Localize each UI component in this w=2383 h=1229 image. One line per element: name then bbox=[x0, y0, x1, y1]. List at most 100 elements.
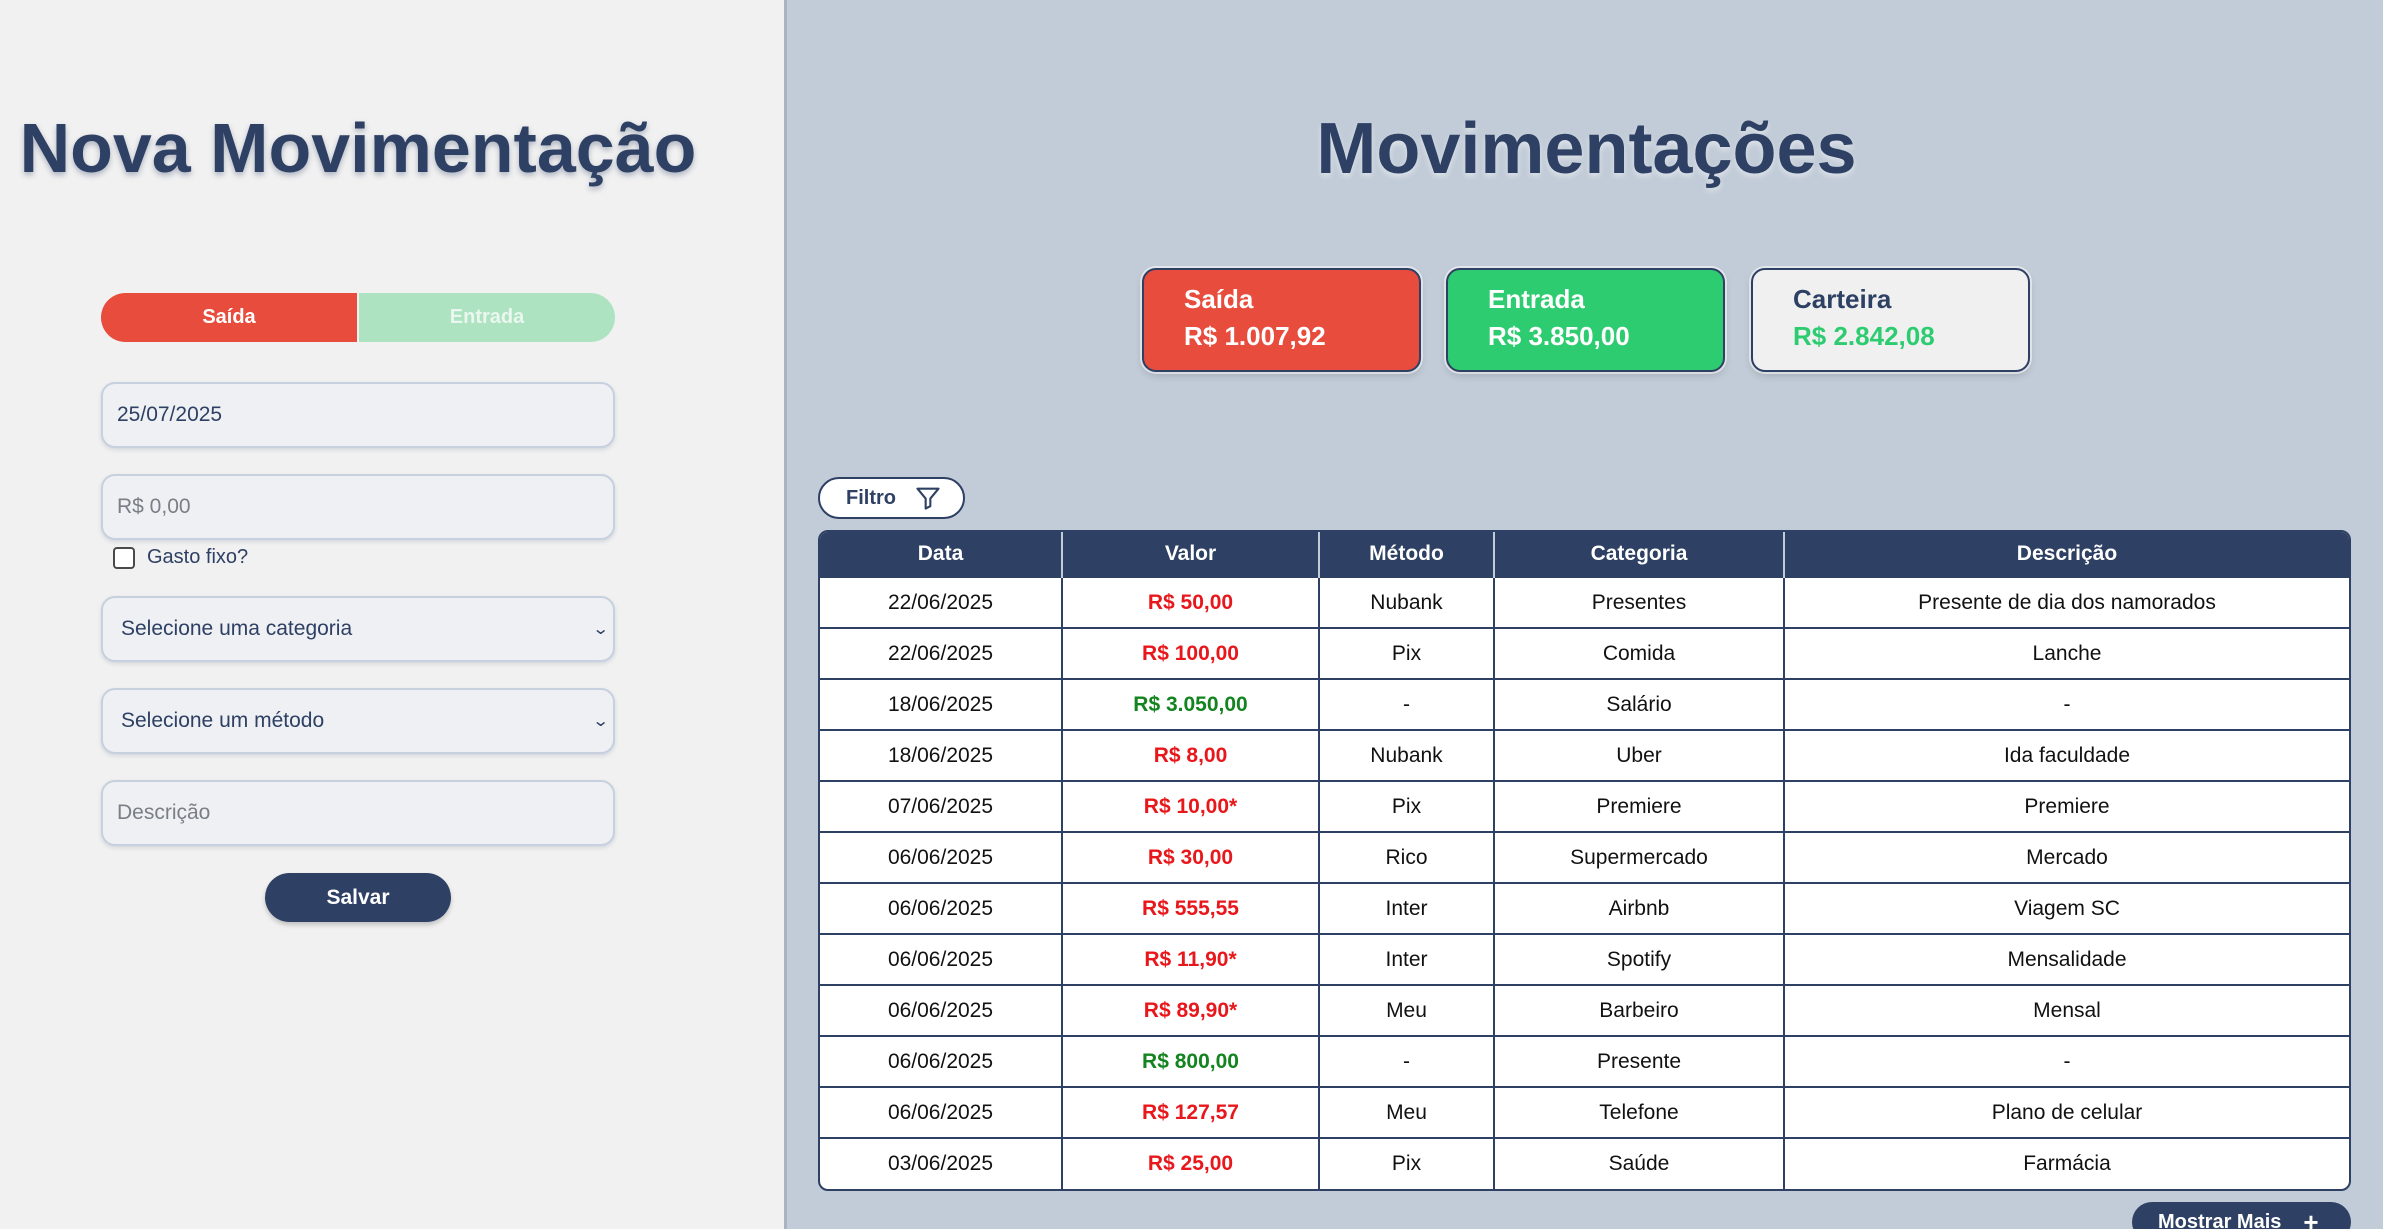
cell-valor: R$ 3.050,00 bbox=[1062, 678, 1320, 730]
saida-card-label: Saída bbox=[1184, 284, 1254, 314]
new-transaction-panel: Nova Movimentação Saída Entrada 25/07/20… bbox=[0, 0, 787, 1229]
table-row[interactable]: 06/06/2025 R$ 127,57 Meu Telefone Plano de c… bbox=[820, 1086, 2349, 1138]
cell-categoria: Supermercado bbox=[1494, 831, 1785, 883]
type-toggle: Saída Entrada bbox=[101, 293, 615, 342]
cell-descricao: Farmácia bbox=[1784, 1137, 2349, 1189]
cell-metodo: Meu bbox=[1319, 984, 1495, 1036]
plus-icon: + bbox=[2303, 1207, 2319, 1229]
category-select[interactable]: Selecione uma categoria ⌄ bbox=[101, 596, 615, 662]
carteira-summary-card: Carteira R$ 2.842,08 bbox=[1751, 268, 2030, 372]
cell-metodo: Pix bbox=[1319, 780, 1495, 832]
table-row[interactable]: 06/06/2025 R$ 11,90* Inter Spotify Mensalida… bbox=[820, 933, 2349, 985]
table-row[interactable]: 22/06/2025 R$ 50,00 Nubank Presentes Present… bbox=[820, 576, 2349, 628]
method-select[interactable]: Selecione um método ⌄ bbox=[101, 688, 615, 754]
show-more-button[interactable]: Mostrar Mais + bbox=[2132, 1202, 2351, 1229]
table-row[interactable]: 06/06/2025 R$ 89,90* Meu Barbeiro Mensal bbox=[820, 984, 2349, 1036]
cell-metodo: - bbox=[1319, 678, 1495, 730]
cell-metodo: Nubank bbox=[1319, 576, 1495, 628]
header-valor: Valor bbox=[1062, 532, 1320, 577]
table-row[interactable]: 07/06/2025 R$ 10,00* Pix Premiere Premiere bbox=[820, 780, 2349, 832]
table-row[interactable]: 06/06/2025 R$ 555,55 Inter Airbnb Viagem SC bbox=[820, 882, 2349, 934]
method-select-value: Selecione um método bbox=[121, 709, 325, 732]
save-button[interactable]: Salvar bbox=[265, 873, 451, 922]
new-transaction-title: Nova Movimentação bbox=[19, 109, 697, 187]
cell-categoria: Telefone bbox=[1494, 1086, 1785, 1138]
carteira-card-value: R$ 2.842,08 bbox=[1793, 321, 1935, 351]
table-row[interactable]: 22/06/2025 R$ 100,00 Pix Comida Lanche bbox=[820, 627, 2349, 679]
table-row[interactable]: 18/06/2025 R$ 8,00 Nubank Uber Ida faculdade bbox=[820, 729, 2349, 781]
cell-metodo: Inter bbox=[1319, 882, 1495, 934]
transactions-title: Movimentações bbox=[1316, 109, 1857, 189]
cell-descricao: Plano de celular bbox=[1784, 1086, 2349, 1138]
cell-metodo: Pix bbox=[1319, 627, 1495, 679]
fixed-expense-checkbox[interactable] bbox=[113, 546, 135, 569]
cell-descricao: Mensal bbox=[1784, 984, 2349, 1036]
chevron-down-icon: ⌄ bbox=[591, 621, 610, 638]
cell-valor: R$ 555,55 bbox=[1062, 882, 1320, 934]
cell-descricao: Mensalidade bbox=[1784, 933, 2349, 985]
cell-data: 18/06/2025 bbox=[820, 729, 1063, 781]
cell-valor: R$ 100,00 bbox=[1062, 627, 1320, 679]
date-input[interactable]: 25/07/2025 bbox=[101, 382, 615, 448]
cell-descricao: Ida faculdade bbox=[1784, 729, 2349, 781]
cell-valor: R$ 30,00 bbox=[1062, 831, 1320, 883]
cell-descricao: Presente de dia dos namorados bbox=[1784, 576, 2349, 628]
category-select-value: Selecione uma categoria bbox=[121, 617, 353, 640]
cell-valor: R$ 11,90* bbox=[1062, 933, 1320, 985]
fixed-expense-label: Gasto fixo? bbox=[147, 546, 249, 568]
table-row[interactable]: 06/06/2025 R$ 800,00- Presente - bbox=[820, 1035, 2349, 1087]
cell-data: 06/06/2025 bbox=[820, 882, 1063, 934]
table-row[interactable]: 06/06/2025 R$ 30,00 Rico Supermercado Mercad… bbox=[820, 831, 2349, 883]
entrada-summary-card: Entrada R$ 3.850,00 bbox=[1446, 268, 1725, 372]
table-row[interactable]: 18/06/2025 R$ 3.050,00- Salário - bbox=[820, 678, 2349, 730]
table-row[interactable]: 03/06/2025 R$ 25,00 Pix Saúde Farmácia bbox=[820, 1137, 2349, 1189]
entrada-card-label: Entrada bbox=[1488, 284, 1585, 314]
cell-data: 06/06/2025 bbox=[820, 1035, 1063, 1087]
cell-descricao: Premiere bbox=[1784, 780, 2349, 832]
saida-card-value: R$ 1.007,92 bbox=[1184, 321, 1326, 351]
cell-valor: R$ 8,00 bbox=[1062, 729, 1320, 781]
cell-descricao: Viagem SC bbox=[1784, 882, 2349, 934]
cell-categoria: Spotify bbox=[1494, 933, 1785, 985]
cell-categoria: Premiere bbox=[1494, 780, 1785, 832]
cell-descricao: Lanche bbox=[1784, 627, 2349, 679]
cell-metodo: Meu bbox=[1319, 1086, 1495, 1138]
filter-button[interactable]: Filtro bbox=[818, 477, 965, 519]
carteira-card-label: Carteira bbox=[1793, 284, 1892, 314]
cell-data: 06/06/2025 bbox=[820, 1086, 1063, 1138]
cell-data: 03/06/2025 bbox=[820, 1137, 1063, 1189]
table-header-row: Data Valor Método Categoria Descrição bbox=[820, 532, 2349, 577]
cell-metodo: Pix bbox=[1319, 1137, 1495, 1189]
chevron-down-icon: ⌄ bbox=[591, 713, 610, 730]
header-metodo: Método bbox=[1319, 532, 1495, 577]
transactions-table: Data Valor Método Categoria Descrição 22… bbox=[818, 530, 2351, 1191]
description-input[interactable]: Descrição bbox=[101, 780, 615, 846]
cell-valor: R$ 89,90* bbox=[1062, 984, 1320, 1036]
cell-valor: R$ 50,00 bbox=[1062, 576, 1320, 628]
cell-valor: R$ 25,00 bbox=[1062, 1137, 1320, 1189]
cell-categoria: Barbeiro bbox=[1494, 984, 1785, 1036]
cell-valor: R$ 10,00* bbox=[1062, 780, 1320, 832]
entrada-card-value: R$ 3.850,00 bbox=[1488, 321, 1630, 351]
filter-label: Filtro bbox=[846, 486, 896, 509]
cell-metodo: - bbox=[1319, 1035, 1495, 1087]
header-data: Data bbox=[820, 532, 1063, 577]
cell-data: 18/06/2025 bbox=[820, 678, 1063, 730]
header-descricao: Descrição bbox=[1784, 532, 2349, 577]
cell-data: 07/06/2025 bbox=[820, 780, 1063, 832]
cell-categoria: Presentes bbox=[1494, 576, 1785, 628]
cell-descricao: Mercado bbox=[1784, 831, 2349, 883]
cell-data: 06/06/2025 bbox=[820, 831, 1063, 883]
toggle-entrada-button[interactable]: Entrada bbox=[359, 293, 615, 342]
fixed-expense-row: Gasto fixo? bbox=[113, 546, 248, 569]
cell-data: 06/06/2025 bbox=[820, 984, 1063, 1036]
cell-data: 22/06/2025 bbox=[820, 627, 1063, 679]
amount-input[interactable]: R$ 0,00 bbox=[101, 474, 615, 540]
cell-metodo: Rico bbox=[1319, 831, 1495, 883]
cell-categoria: Saúde bbox=[1494, 1137, 1785, 1189]
toggle-saida-button[interactable]: Saída bbox=[101, 293, 359, 342]
cell-descricao: - bbox=[1784, 678, 2349, 730]
cell-categoria: Salário bbox=[1494, 678, 1785, 730]
cell-categoria: Presente bbox=[1494, 1035, 1785, 1087]
cell-categoria: Comida bbox=[1494, 627, 1785, 679]
